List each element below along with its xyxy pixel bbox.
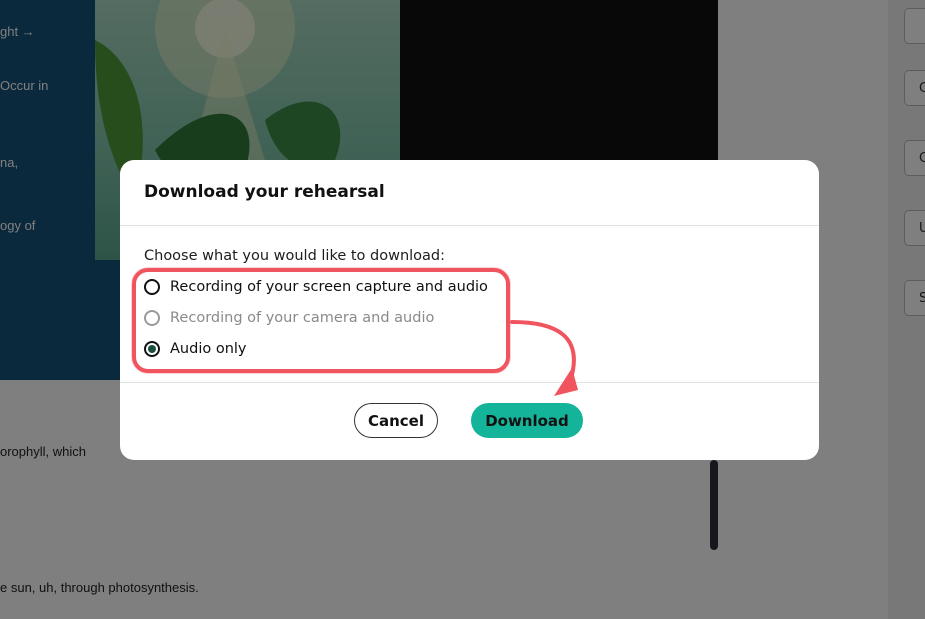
header-divider [120,225,819,226]
dialog-title: Download your rehearsal [144,182,385,202]
cancel-button[interactable]: Cancel [354,403,438,438]
footer-divider [120,382,819,383]
options-highlight-annotation [132,268,510,373]
download-button[interactable]: Download [471,403,583,438]
download-prompt: Choose what you would like to download: [144,248,446,264]
